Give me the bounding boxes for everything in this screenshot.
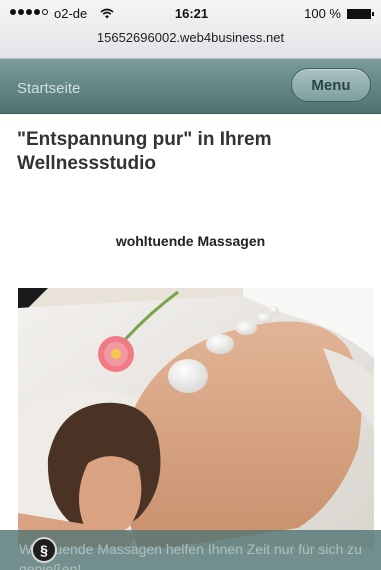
battery-percentage: 100 % xyxy=(304,6,341,21)
legal-notice-button[interactable]: § xyxy=(31,537,57,563)
page-title: "Entspannung pur" in Ihrem Wellnessstudi… xyxy=(17,129,272,174)
home-link[interactable]: Startseite xyxy=(17,80,80,97)
section-subheading: wohltuende Massagen xyxy=(115,233,266,249)
footer-caption: Wohltuende Massagen helfen Ihnen Zeit nu… xyxy=(19,541,362,570)
address-bar-url[interactable]: 15652696002.web4business.net xyxy=(0,30,381,45)
browser-status-bar: o2-de 16:21 100 % 15652696002.web4busine… xyxy=(0,0,381,59)
site-header: Startseite Menu xyxy=(0,59,381,114)
menu-button[interactable]: Menu xyxy=(291,68,371,102)
battery-icon xyxy=(347,9,374,19)
footer-bar: Wohltuende Massagen helfen Ihnen Zeit nu… xyxy=(0,530,381,570)
paragraph-icon: § xyxy=(40,542,48,558)
status-row: o2-de 16:21 100 % xyxy=(10,6,374,22)
phone-screen: o2-de 16:21 100 % 15652696002.web4busine… xyxy=(0,0,381,570)
massage-photo xyxy=(18,288,374,548)
